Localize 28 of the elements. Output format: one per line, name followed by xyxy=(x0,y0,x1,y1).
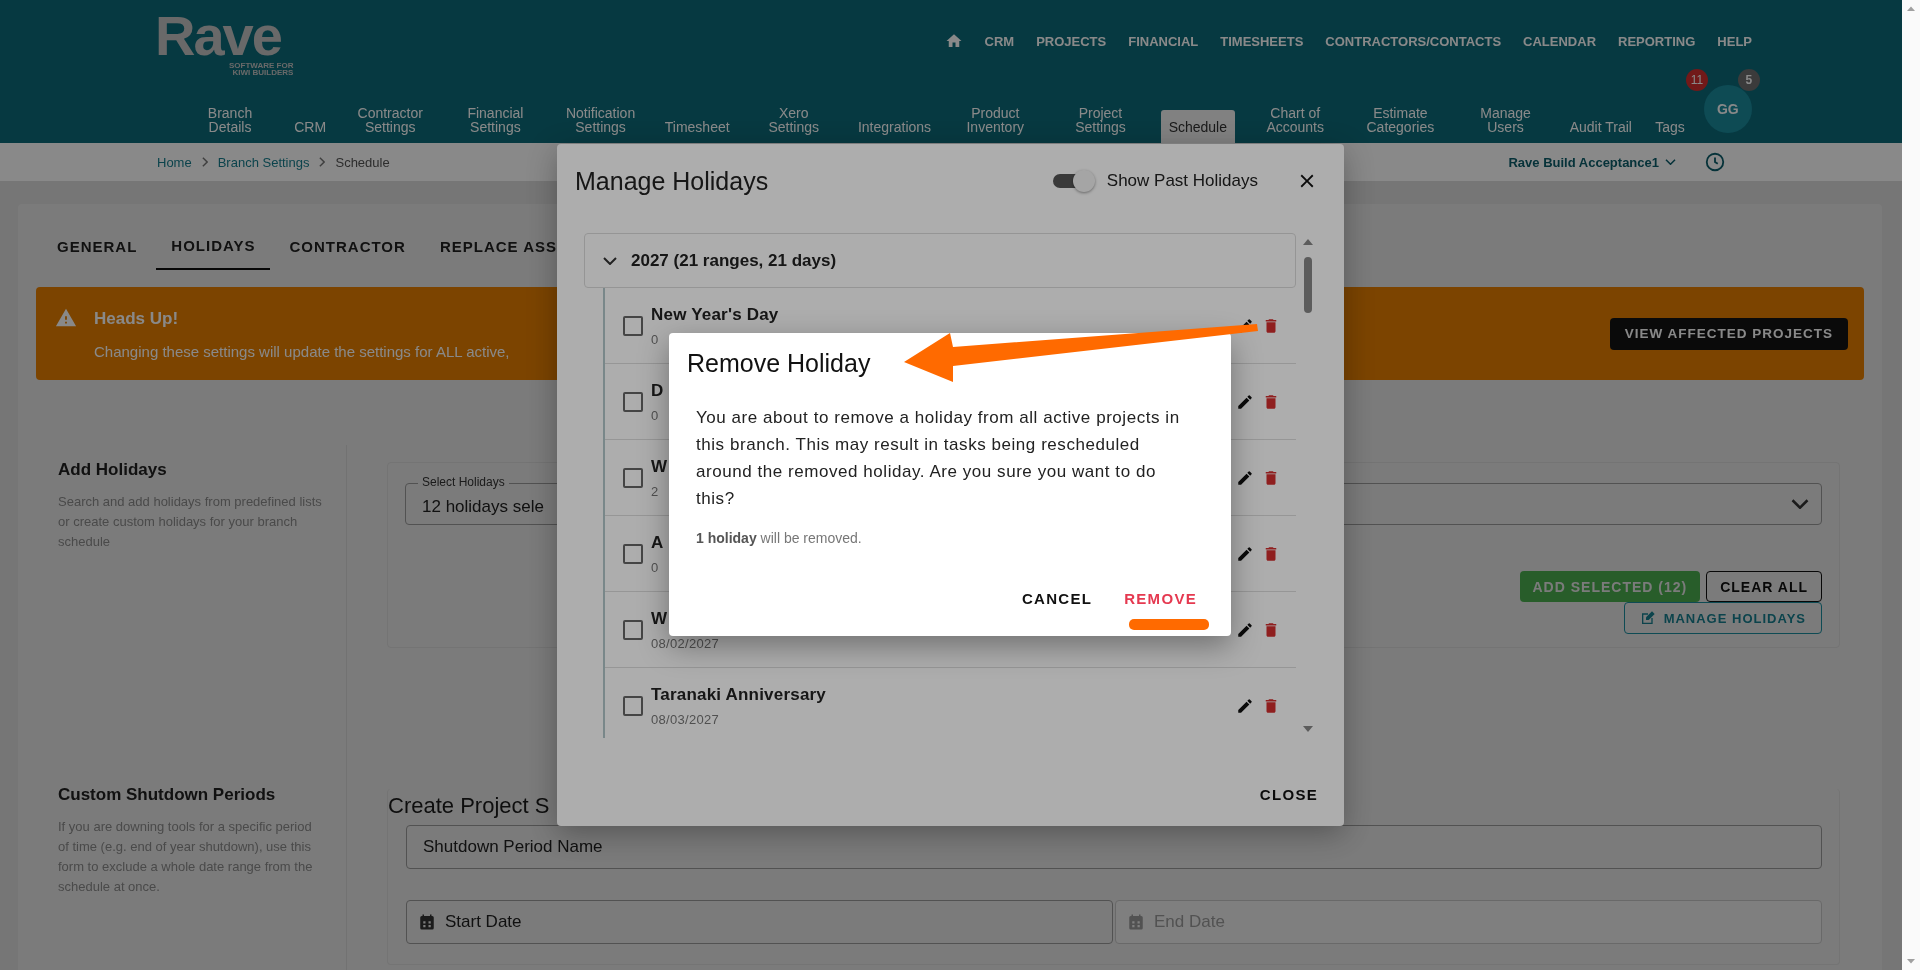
holiday-date: 08/03/2027 xyxy=(651,711,720,727)
holiday-date: 08/02/2027 xyxy=(651,635,720,651)
holiday-name: D xyxy=(651,380,664,401)
group-label: 2027 (21 ranges, 21 days) xyxy=(631,250,837,271)
dialog-title: Manage Holidays xyxy=(575,166,770,196)
alert-message: Changing these settings will update the settings for ALL active, xyxy=(94,343,510,360)
holiday-name: New Year's Day xyxy=(651,304,779,325)
holiday-date: 0 xyxy=(651,407,659,423)
holiday-name: W xyxy=(651,456,668,477)
holiday-name: A xyxy=(651,532,664,553)
toggle-label: Show Past Holidays xyxy=(1106,171,1258,191)
notification-badge: 5 xyxy=(1737,69,1760,91)
alert-title: Heads Up! xyxy=(94,309,179,329)
dialog-message: You are about to remove a holiday from all active projects in this branch. This may result in tasks being rescheduled around the removed holiday. Are you sure you want to do this? xyxy=(696,407,1181,510)
holiday-date: 0 xyxy=(651,559,659,575)
field-label: Select Holidays xyxy=(418,475,509,489)
holiday-date: 2 xyxy=(651,483,659,499)
holiday-name: Taranaki Anniversary xyxy=(651,684,827,705)
dialog-title: Remove Holiday xyxy=(687,348,871,379)
notification-badge: 11 xyxy=(1685,69,1708,91)
breadcrumb-current: Schedule xyxy=(335,154,390,170)
holiday-name: W xyxy=(651,608,668,629)
holiday-date: 0 xyxy=(651,331,659,347)
section-title: Add Holidays xyxy=(58,460,168,480)
section-title: Custom Shutdown Periods xyxy=(58,785,277,805)
field-value: 12 holidays sele xyxy=(422,496,544,517)
removal-note: 1 holiday will be removed. xyxy=(696,530,863,546)
form-title: Create Project S xyxy=(388,792,550,820)
